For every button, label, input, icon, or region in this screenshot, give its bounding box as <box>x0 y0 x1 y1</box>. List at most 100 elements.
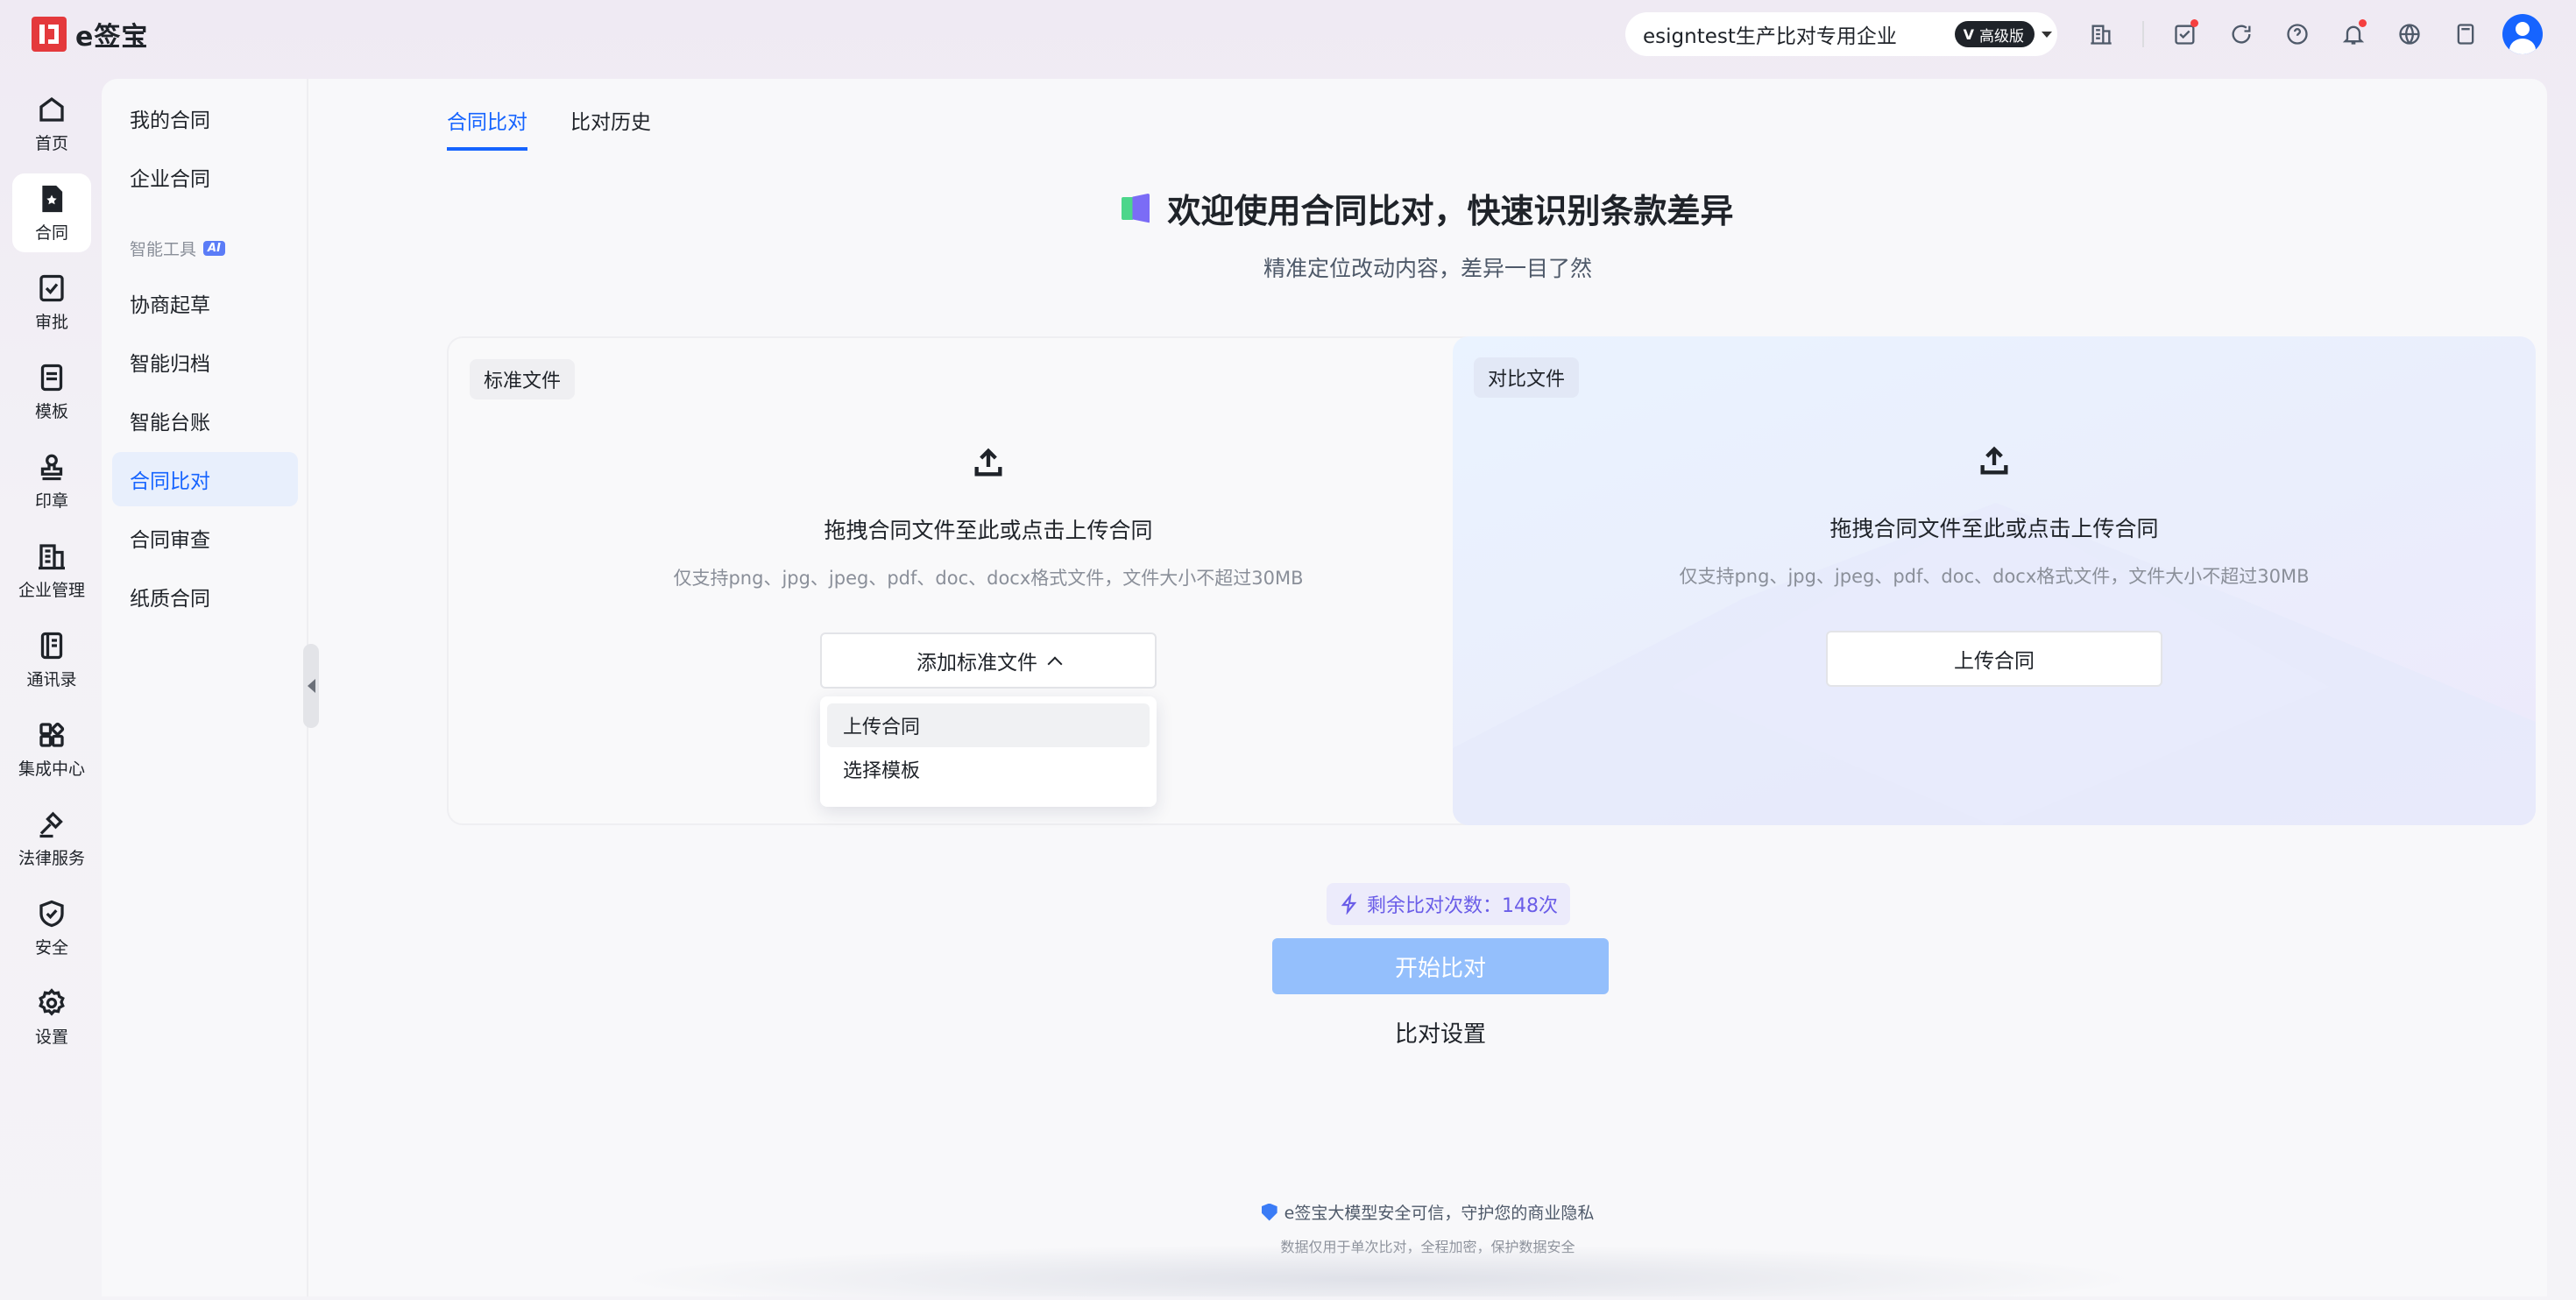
nav-contacts[interactable]: 通讯录 <box>12 620 91 699</box>
calculator-icon[interactable] <box>2451 19 2480 49</box>
nav-label: 印章 <box>34 491 68 511</box>
approval-icon <box>39 274 64 301</box>
start-compare-button[interactable]: 开始比对 <box>1272 938 1609 994</box>
subnav-archive[interactable]: 智能归档 <box>112 335 298 389</box>
subnav-paper[interactable]: 纸质合同 <box>112 569 298 624</box>
add-file-menu: 上传合同 选择模板 <box>820 696 1157 807</box>
globe-icon[interactable] <box>2395 19 2424 49</box>
drop-title: 拖拽合同文件至此或点击上传合同 <box>824 518 1153 543</box>
gear-icon <box>39 987 65 1016</box>
menu-item-upload-contract[interactable]: 上传合同 <box>827 703 1150 747</box>
nav-label: 安全 <box>34 937 68 957</box>
page-title-text: 欢迎使用合同比对，快速识别条款差异 <box>1167 192 1734 230</box>
security-note: e签宝大模型安全可信，守护您的商业隐私 <box>308 1200 2547 1224</box>
ai-badge: AI <box>203 241 225 256</box>
compare-file-dropzone[interactable]: 对比文件 拖拽合同文件至此或点击上传合同 仅支持png、jpg、jpeg、pdf… <box>1453 336 2536 825</box>
security-note-text: e签宝大模型安全可信，守护您的商业隐私 <box>1284 1204 1595 1223</box>
standard-file-chip: 标准文件 <box>470 359 576 399</box>
remaining-count-badge: 剩余比对次数：148次 <box>1327 883 1570 925</box>
contacts-icon <box>40 632 63 659</box>
nav-label: 设置 <box>34 1027 68 1047</box>
compare-logo-icon <box>1122 194 1151 223</box>
brand-logo[interactable]: e签宝 <box>32 16 148 53</box>
subnav-review[interactable]: 合同审查 <box>112 511 298 565</box>
bell-icon[interactable] <box>2339 19 2368 49</box>
integration-icon <box>39 722 65 747</box>
refresh-icon[interactable] <box>2226 19 2256 49</box>
compare-settings-link[interactable]: 比对设置 <box>1272 1016 1609 1049</box>
main-panel: 我的合同 企业合同 智能工具 AI 协商起草 智能归档 智能台账 合同比对 合同… <box>102 79 2547 1296</box>
brand-name: e签宝 <box>75 22 149 53</box>
nav-label: 法律服务 <box>18 848 85 868</box>
menu-item-select-template[interactable]: 选择模板 <box>827 747 1150 791</box>
building-icon <box>39 543 65 569</box>
page-title: 欢迎使用合同比对，快速识别条款差异 <box>1122 184 1734 232</box>
user-avatar[interactable] <box>2502 14 2543 54</box>
chevron-down-icon <box>2042 32 2052 38</box>
secondary-nav: 我的合同 企业合同 智能工具 AI 协商起草 智能归档 智能台账 合同比对 合同… <box>102 79 308 1296</box>
subnav-compare[interactable]: 合同比对 <box>112 452 298 506</box>
remaining-count-text: 剩余比对次数：148次 <box>1367 895 1558 917</box>
chevron-up-icon <box>1047 656 1063 672</box>
drop-hint: 仅支持png、jpg、jpeg、pdf、doc、docx格式文件，文件大小不超过… <box>1679 566 2310 587</box>
gavel-icon <box>39 811 63 837</box>
nav-label: 企业管理 <box>18 580 85 600</box>
seal-icon <box>40 454 63 480</box>
hero: 欢迎使用合同比对，快速识别条款差异 精准定位改动内容，差异一目了然 <box>308 184 2547 283</box>
nav-home[interactable]: 首页 <box>12 84 91 163</box>
lightning-icon <box>1341 894 1357 915</box>
nav-label: 审批 <box>34 312 68 332</box>
nav-contract[interactable]: 合同 <box>12 173 91 252</box>
button-label: 添加标准文件 <box>916 652 1037 675</box>
building-switch-icon[interactable] <box>2086 19 2116 49</box>
contract-icon <box>42 185 63 212</box>
logo-icon <box>32 17 67 52</box>
notification-dot <box>2359 19 2367 27</box>
primary-nav: 首页 合同 审批 模板 印章 企业管理 通讯录 集成中心 法律服务 安全 设置 <box>0 68 102 1300</box>
shield-icon <box>1261 1203 1277 1221</box>
plan-label: 高级版 <box>1979 27 2024 46</box>
compare-file-chip: 对比文件 <box>1474 357 1580 398</box>
nav-approval[interactable]: 审批 <box>12 263 91 342</box>
nav-label: 集成中心 <box>18 759 85 779</box>
subnav-group-smart-tools: 智能工具 AI <box>130 237 225 260</box>
top-bar: e签宝 esigntest生产比对专用企业 V 高级版 <box>0 0 2576 68</box>
upload-icon <box>1977 443 2012 478</box>
nav-template[interactable]: 模板 <box>12 352 91 431</box>
nav-label: 合同 <box>34 223 68 243</box>
page-subtitle: 精准定位改动内容，差异一目了然 <box>1263 256 1592 281</box>
nav-enterprise[interactable]: 企业管理 <box>12 531 91 610</box>
drop-title: 拖拽合同文件至此或点击上传合同 <box>1829 516 2159 541</box>
tab-compare[interactable]: 合同比对 <box>447 105 527 151</box>
nav-legal[interactable]: 法律服务 <box>12 799 91 878</box>
nav-security[interactable]: 安全 <box>12 888 91 967</box>
plan-badge: V 高级版 <box>1954 21 2052 47</box>
upload-contract-button[interactable]: 上传合同 <box>1826 631 2162 687</box>
content-area: 合同比对 比对历史 欢迎使用合同比对，快速识别条款差异 精准定位改动内容，差异一… <box>308 79 2547 1296</box>
home-icon <box>39 96 64 122</box>
standard-file-dropzone[interactable]: 标准文件 拖拽合同文件至此或点击上传合同 仅支持png、jpg、jpeg、pdf… <box>447 336 1530 825</box>
upload-icon <box>971 445 1006 480</box>
nav-integration[interactable]: 集成中心 <box>12 710 91 788</box>
nav-label: 首页 <box>34 133 68 153</box>
plan-mark: V <box>1963 25 1974 43</box>
subnav-my-contracts[interactable]: 我的合同 <box>112 91 298 145</box>
notification-dot <box>2190 19 2198 27</box>
toolbar-divider <box>2142 21 2144 47</box>
nav-label: 通讯录 <box>26 669 77 689</box>
subnav-ledger[interactable]: 智能台账 <box>112 393 298 448</box>
task-icon[interactable] <box>2170 19 2200 49</box>
org-switcher[interactable]: esigntest生产比对专用企业 V 高级版 <box>1625 12 2057 56</box>
nav-label: 模板 <box>34 401 68 421</box>
add-standard-file-button[interactable]: 添加标准文件 <box>820 632 1157 689</box>
help-icon[interactable] <box>2282 19 2312 49</box>
shield-icon <box>39 900 64 927</box>
subnav-draft[interactable]: 协商起草 <box>112 276 298 330</box>
nav-seal[interactable]: 印章 <box>12 442 91 520</box>
nav-settings[interactable]: 设置 <box>12 978 91 1056</box>
org-name: esigntest生产比对专用企业 <box>1643 25 1897 48</box>
template-icon <box>40 364 63 391</box>
subnav-enterprise-contracts[interactable]: 企业合同 <box>112 150 298 204</box>
tab-history[interactable]: 比对历史 <box>570 105 651 151</box>
drop-hint: 仅支持png、jpg、jpeg、pdf、doc、docx格式文件，文件大小不超过… <box>673 568 1304 589</box>
